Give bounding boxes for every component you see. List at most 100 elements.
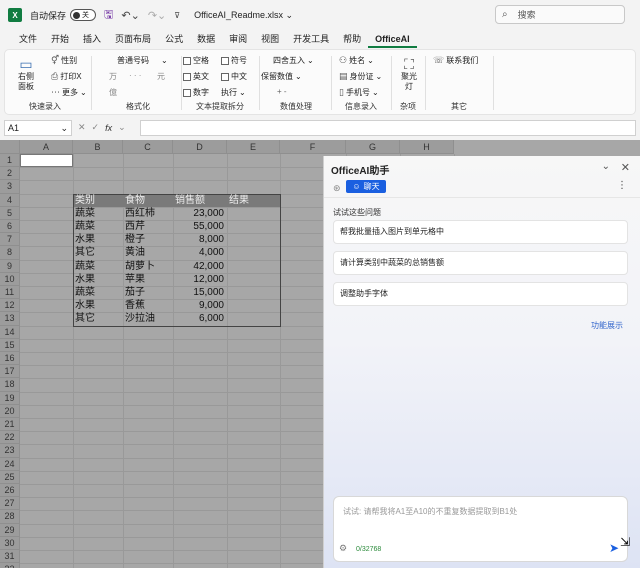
row-header[interactable]: 29 — [0, 523, 20, 537]
tab-item[interactable]: 审阅 — [222, 30, 254, 48]
row-header[interactable]: 16 — [0, 352, 20, 366]
column-header[interactable]: A — [20, 140, 73, 154]
keep-value-select[interactable]: 保留数值 ⌄ — [261, 71, 302, 82]
row-header[interactable]: 9 — [0, 259, 20, 273]
table-cell[interactable]: 42,000 — [173, 260, 227, 273]
row-header[interactable]: 14 — [0, 325, 20, 339]
row-header[interactable]: 3 — [0, 180, 20, 194]
yuan-button[interactable]: 元 — [157, 71, 165, 82]
table-cell[interactable]: 23,000 — [173, 207, 227, 220]
table-cell[interactable]: 食物 — [123, 194, 173, 207]
checkbox-space[interactable]: 空格 — [183, 55, 209, 66]
row-header[interactable]: 12 — [0, 299, 20, 313]
formula-input[interactable] — [140, 119, 636, 136]
table-cell[interactable]: 茄子 — [123, 286, 173, 299]
row-header[interactable]: 20 — [0, 404, 20, 418]
column-header[interactable]: C — [123, 140, 173, 154]
row-header[interactable]: 17 — [0, 365, 20, 379]
tab-item[interactable]: 公式 — [158, 30, 190, 48]
table-cell[interactable]: 黄油 — [123, 246, 173, 259]
fx-icon[interactable]: fx — [105, 123, 112, 133]
redo-icon[interactable]: ↷⌄ — [148, 9, 166, 22]
cancel-icon[interactable]: ✕ — [78, 122, 86, 133]
wan-button[interactable]: 万 — [109, 71, 117, 82]
row-header[interactable]: 26 — [0, 484, 20, 498]
tab-item[interactable]: 文件 — [12, 30, 44, 48]
table-cell[interactable]: 蔬菜 — [73, 260, 123, 273]
row-header[interactable]: 25 — [0, 470, 20, 484]
contact-button[interactable]: ☏ 联系我们 — [433, 55, 478, 66]
phone-button[interactable]: ▯ 手机号 ⌄ — [339, 87, 379, 98]
checkbox-symbol[interactable]: 符号 — [221, 55, 247, 66]
tab-item[interactable]: 帮助 — [336, 30, 368, 48]
yi-button[interactable]: 億 — [109, 87, 117, 98]
column-header[interactable]: B — [73, 140, 123, 154]
table-cell[interactable]: 蔬菜 — [73, 220, 123, 233]
suggestion-item[interactable]: 帮我批量插入图片到单元格中 — [333, 220, 628, 244]
table-cell[interactable]: 15,000 — [173, 286, 227, 299]
suggestion-item[interactable]: 请计算类别中蔬菜的总销售额 — [333, 251, 628, 275]
row-header[interactable]: 30 — [0, 536, 20, 550]
table-cell[interactable]: 类别 — [73, 194, 123, 207]
tab-item[interactable]: 开发工具 — [286, 30, 336, 48]
table-cell[interactable]: 橙子 — [123, 233, 173, 246]
row-header[interactable]: 31 — [0, 550, 20, 564]
autosave-toggle[interactable]: 关 — [70, 9, 97, 21]
tab-item[interactable]: 开始 — [44, 30, 76, 48]
chat-tab-button[interactable]: ☺ 聊天 — [346, 180, 386, 193]
row-header[interactable]: 32 — [0, 563, 20, 568]
name-button[interactable]: ⚇ 姓名 ⌄ — [339, 55, 374, 66]
row-header[interactable]: 21 — [0, 418, 20, 432]
id-card-button[interactable]: ▤ 身份证 ⌄ — [339, 71, 382, 82]
table-cell[interactable]: 12,000 — [173, 273, 227, 286]
table-cell[interactable]: 西芹 — [123, 220, 173, 233]
gender-button[interactable]: ⚥ 性别 — [51, 55, 77, 66]
tab-item[interactable]: 视图 — [254, 30, 286, 48]
row-header[interactable]: 22 — [0, 431, 20, 445]
table-cell[interactable]: 西红柿 — [123, 207, 173, 220]
checkbox-chinese[interactable]: 中文 — [221, 71, 247, 82]
name-box[interactable]: A1 ⌄ — [4, 119, 72, 136]
side-panel-button[interactable]: ▭ 右侧 面板 — [11, 56, 41, 92]
row-header[interactable]: 8 — [0, 246, 20, 260]
row-header[interactable]: 28 — [0, 510, 20, 524]
chevron-down-icon[interactable]: ⌄ — [602, 161, 610, 172]
table-cell[interactable]: 其它 — [73, 312, 123, 325]
round-select[interactable]: 四舍五入 ⌄ — [273, 55, 314, 66]
select-all-corner[interactable] — [0, 140, 20, 154]
checkbox-number[interactable]: 数字 — [183, 87, 209, 98]
table-cell[interactable]: 9,000 — [173, 299, 227, 312]
file-name[interactable]: OfficeAI_Readme.xlsx ⌄ — [194, 10, 293, 21]
chat-input[interactable]: 试试: 请帮我将A1至A10的不重复数据提取到B1处 ⚙ 0/32768 ➤ — [333, 496, 628, 562]
column-header[interactable]: H — [400, 140, 454, 154]
checkbox-english[interactable]: 英文 — [183, 71, 209, 82]
row-header[interactable]: 18 — [0, 378, 20, 392]
table-cell[interactable]: 水果 — [73, 299, 123, 312]
confirm-icon[interactable]: ✓ — [92, 122, 100, 133]
table-cell[interactable]: 蔬菜 — [73, 207, 123, 220]
spotlight-button[interactable]: ⛶ 聚光灯 — [397, 56, 421, 92]
row-header[interactable]: 27 — [0, 497, 20, 511]
column-header[interactable]: F — [280, 140, 346, 154]
table-cell[interactable]: 水果 — [73, 233, 123, 246]
table-cell[interactable]: 蔬菜 — [73, 286, 123, 299]
table-cell[interactable]: 胡萝卜 — [123, 260, 173, 273]
row-header[interactable]: 13 — [0, 312, 20, 326]
tab-item[interactable]: 页面布局 — [108, 30, 158, 48]
save-icon[interactable]: 🖫 — [104, 6, 113, 25]
row-header[interactable]: 23 — [0, 444, 20, 458]
plus-minus-button[interactable]: + - — [277, 87, 287, 96]
row-header[interactable]: 24 — [0, 457, 20, 471]
row-header[interactable]: 10 — [0, 272, 20, 286]
table-cell[interactable]: 6,000 — [173, 312, 227, 325]
table-cell[interactable]: 其它 — [73, 246, 123, 259]
table-cell[interactable]: 销售额 — [173, 194, 227, 207]
row-header[interactable]: 5 — [0, 206, 20, 220]
number-format-select[interactable]: 普通号码 ⌄ — [117, 55, 168, 66]
execute-button[interactable]: 执行 ⌄ — [221, 87, 246, 98]
tab-item[interactable]: OfficeAI — [368, 30, 417, 48]
more-button[interactable]: ⋯ 更多 ⌄ — [51, 87, 87, 98]
row-header[interactable]: 1 — [0, 154, 20, 168]
suggestion-item[interactable]: 调整助手字体 — [333, 282, 628, 306]
search-box[interactable]: ⌕ 搜索 — [495, 5, 625, 24]
